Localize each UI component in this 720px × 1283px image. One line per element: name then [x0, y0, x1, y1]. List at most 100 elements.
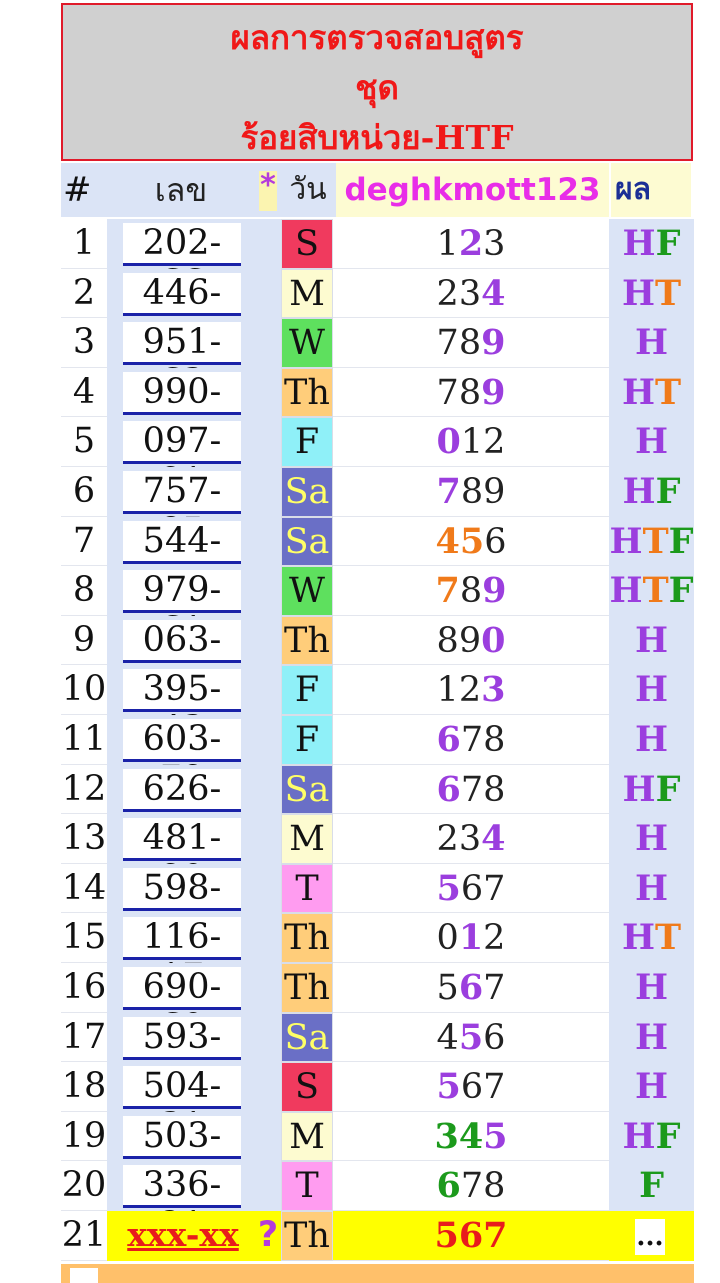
row-star: [255, 1012, 281, 1063]
table-row: 12626-78Sa678HF: [61, 764, 694, 849]
formula-digit: 7: [483, 968, 506, 1008]
row-number-link[interactable]: 395-43: [123, 669, 241, 749]
row-result: HT: [609, 367, 694, 418]
row-result: H: [609, 814, 694, 864]
row-day: F: [281, 665, 333, 715]
row-formula: 567: [333, 1062, 609, 1112]
row-number-cell: 757-85: [107, 467, 255, 551]
row-day: M: [281, 1111, 333, 1162]
row-result: HF: [609, 764, 694, 815]
row-star: [255, 615, 281, 666]
row-star: ?: [255, 1211, 281, 1261]
row-star: [255, 1062, 281, 1112]
row-day: F: [281, 417, 333, 467]
table-row: 19503-89M345HF: [61, 1111, 694, 1196]
formula-digit: 9: [483, 472, 506, 512]
row-number-link[interactable]: 979-61: [123, 570, 241, 650]
row-number-link[interactable]: 593-42: [123, 1016, 241, 1097]
result-letter: H: [622, 1115, 656, 1157]
row-star: [255, 665, 281, 715]
table-row-pending: 21 xxx-xx ? Th 567 ...: [61, 1211, 694, 1261]
row-formula: 678: [333, 764, 609, 815]
result-letter: H: [621, 272, 656, 314]
row-number-link[interactable]: 626-78: [123, 768, 241, 849]
row-number-link[interactable]: 990-14: [123, 371, 241, 452]
row-number-link[interactable]: 951-63: [123, 322, 241, 402]
row-number-cell: 063-09: [107, 615, 255, 700]
formula-digit: 5: [483, 1115, 508, 1157]
row-star: [255, 764, 281, 815]
row-star: [255, 318, 281, 368]
formula-digit: 7: [460, 1166, 484, 1207]
row-day: Sa: [281, 467, 333, 517]
formula-digit: 2: [436, 819, 459, 860]
row-number-link[interactable]: 603-79: [123, 719, 241, 799]
table-row: 9063-09Th890H: [61, 615, 694, 700]
row-number-link[interactable]: 598-79: [123, 867, 241, 948]
row-number: 14: [61, 863, 107, 914]
row-formula: 012: [333, 417, 609, 467]
row-number-cell: 593-42: [107, 1012, 255, 1097]
row-number-link[interactable]: 504-31: [123, 1066, 241, 1146]
row-number-cell: 626-78: [107, 764, 255, 849]
row-number-link[interactable]: 336-21: [123, 1165, 241, 1245]
row-number-link[interactable]: 544-89: [123, 520, 241, 601]
header-number-column: เลข: [154, 171, 208, 209]
header-formula: deghkmott123: [336, 163, 609, 217]
row-result: H: [609, 615, 694, 666]
row-formula: 234: [333, 814, 609, 864]
row-result: H: [609, 1012, 694, 1063]
header-star: *: [259, 171, 277, 211]
row-day: T: [281, 1161, 333, 1211]
formula-digit: 6: [484, 521, 507, 562]
formula-digit: 2: [436, 273, 459, 314]
row-star: [255, 963, 281, 1013]
formula-digit: 7: [460, 720, 484, 760]
row-number-link[interactable]: 063-09: [123, 619, 241, 700]
row-number: 20: [61, 1161, 107, 1211]
formula-digit: 6: [460, 1067, 484, 1108]
formula-digit: 0: [436, 918, 459, 959]
row-number-link[interactable]: 097-91: [123, 421, 241, 501]
result-letter: H: [634, 818, 669, 860]
title-line-3: ร้อยสิบหน่วย-HTF: [240, 118, 514, 157]
row-number-link[interactable]: 757-85: [123, 471, 241, 551]
formula-digit: 8: [458, 372, 482, 413]
row-day: W: [281, 566, 333, 616]
row-number-link[interactable]: xxx-xx: [115, 1215, 251, 1255]
table-row: 15116-17Th012HT: [61, 913, 694, 997]
formula-digit: 8: [483, 1166, 506, 1207]
pending-result: ...: [635, 1219, 665, 1255]
row-result: HT: [609, 913, 694, 963]
row-number-link[interactable]: 446-44: [123, 272, 241, 353]
formula-digit: 7: [460, 769, 484, 810]
row-day: Sa: [281, 1012, 333, 1063]
formula-digit: 7: [436, 471, 461, 512]
table-row: 5097-91F012H: [61, 417, 694, 501]
formula-digit: 8: [458, 323, 482, 364]
row-number-link[interactable]: 202-66: [123, 223, 241, 303]
table-row: 7544-89Sa456HTF: [61, 516, 694, 601]
result-letter: H: [609, 520, 643, 562]
header-day: วัน: [289, 172, 327, 207]
result-letter: F: [655, 768, 681, 810]
row-number: 12: [61, 764, 107, 815]
row-result: HT: [609, 268, 694, 319]
row-formula: 567: [333, 1211, 609, 1261]
row-day: T: [281, 863, 333, 914]
row-number-cell: 395-43: [107, 665, 255, 749]
formula-digit: 1: [458, 917, 484, 959]
formula-digit: 4: [481, 818, 506, 860]
row-number-link[interactable]: 481-90: [123, 818, 241, 898]
row-formula: 345: [333, 1111, 609, 1162]
formula-digit: 8: [436, 620, 459, 661]
table-row: 18504-31S567H: [61, 1062, 694, 1146]
row-number-link[interactable]: 503-89: [123, 1115, 241, 1196]
row-number-link[interactable]: 690-60: [123, 967, 241, 1047]
formula-digit: 7: [483, 868, 506, 909]
table-row: 4990-14Th789HT: [61, 367, 694, 452]
row-number: 19: [61, 1111, 107, 1162]
row-number-cell: xxx-xx: [107, 1211, 255, 1261]
row-number-link[interactable]: 116-17: [123, 917, 241, 997]
row-formula: 678: [333, 715, 609, 765]
